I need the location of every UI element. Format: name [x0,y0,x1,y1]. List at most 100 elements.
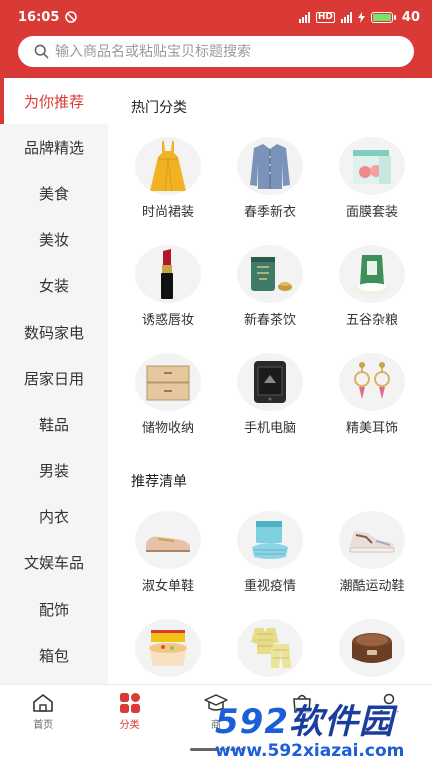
category-item-storage[interactable]: 储物收纳 [117,353,219,436]
category-item-cooker[interactable] [321,619,423,683]
sidebar-item-label: 居家日用 [23,369,84,388]
category-item-pajamas[interactable] [219,619,321,683]
category-item-label: 时尚裙装 [141,205,194,220]
rice-bag-icon [354,255,390,295]
category-item-grain[interactable]: 五谷杂粮 [321,245,423,328]
category-item-flats[interactable]: 淑女单鞋 [117,511,219,594]
sidebar-item-label: 鞋品 [38,415,69,434]
bag-icon [293,694,312,713]
app-header: 16:05 HD 40 [0,0,432,78]
category-item-phone[interactable]: 手机电脑 [219,353,321,436]
sidebar-item-women[interactable]: 女装 [0,263,108,309]
earring-icon [354,362,390,399]
category-item-label: 面膜套装 [345,205,398,220]
lipstick-icon [161,249,173,299]
dress-icon [150,141,186,192]
status-bar: 16:05 HD 40 [0,0,432,34]
sidebar-item-label: 美妆 [38,231,69,250]
face-mask-icon [252,521,288,559]
drawer-icon [146,365,190,401]
search-bar[interactable] [18,36,414,67]
category-sidebar: 为你推荐 品牌精选 美食 美妆 女装 数码家电 居家日用 鞋品 男装 内衣 文娱… [0,78,108,684]
loafer-icon [146,536,190,552]
category-item-dress[interactable]: 时尚裙装 [117,137,219,220]
nav-label: 分类 [119,720,140,731]
battery-level: 40 [401,9,420,25]
section-title-hot: 热门分类 [131,100,187,116]
sidebar-item-accessories[interactable]: 配饰 [0,586,108,632]
category-item-label: 潮酷运动鞋 [339,579,405,594]
signal-icon [298,11,310,23]
sidebar-item-label: 品牌精选 [23,138,84,157]
graduation-cap-icon [204,694,228,711]
signal-2-icon [340,11,352,23]
category-item-epidemic[interactable]: 重视疫情 [219,511,321,594]
watermark-url: www.592xiazai.com [215,741,405,761]
phone-icon [254,361,286,403]
battery-icon [370,11,396,23]
nav-school[interactable]: 商 [173,685,259,740]
hd-icon: HD [315,11,335,23]
sidebar-item-label: 为你推荐 [23,92,84,111]
sneaker-icon [349,531,395,553]
rice-cooker-icon [352,633,392,663]
search-icon [34,44,49,59]
nav-category[interactable]: 分类 [86,685,172,740]
nav-mine[interactable] [346,685,432,740]
nav-label: 商 [210,720,221,731]
nav-label: 首页 [33,720,54,731]
category-item-lipstick[interactable]: 诱惑唇妆 [117,245,219,328]
category-item-label: 五谷杂粮 [345,313,398,328]
sidebar-item-men[interactable]: 男装 [0,448,108,494]
status-time: 16:05 [18,9,60,25]
section-title-recommend: 推荐清单 [131,474,187,490]
bottom-nav: 首页 分类 商 [0,684,432,740]
sidebar-item-brand[interactable]: 品牌精选 [0,124,108,170]
category-item-label: 精美耳饰 [345,421,398,436]
pajama-icon [251,628,291,668]
sidebar-item-recommend[interactable]: 为你推荐 [0,78,108,125]
noodle-cup-icon [149,630,187,666]
sidebar-item-label: 数码家电 [23,323,84,342]
category-item-tea[interactable]: 新春茶饮 [219,245,321,328]
sidebar-item-label: 男装 [38,462,69,481]
mask-box-icon [353,150,391,184]
sidebar-item-label: 美食 [38,184,69,203]
category-item-sneakers[interactable]: 潮酷运动鞋 [321,511,423,594]
sidebar-item-shoes[interactable]: 鞋品 [0,401,108,447]
sidebar-item-entertainment[interactable]: 文娱车品 [0,540,108,586]
dnd-icon [65,11,78,23]
category-item-noodles[interactable] [117,619,219,683]
category-item-label: 储物收纳 [141,421,194,436]
sidebar-item-label: 配饰 [38,600,69,619]
category-item-earrings[interactable]: 精美耳饰 [321,353,423,436]
sidebar-item-label: 内衣 [38,508,69,527]
search-input[interactable] [55,43,385,60]
shirt-icon [250,144,290,189]
category-icon [119,693,140,713]
category-content: 热门分类 时尚裙装 春季新衣 面膜套装 诱惑唇妆 新春茶饮 五谷杂粮 储物收纳 … [108,78,432,684]
category-item-label: 重视疫情 [243,579,296,594]
category-item-label: 新春茶饮 [243,313,296,328]
charging-icon [357,11,365,23]
category-item-mask-set[interactable]: 面膜套装 [321,137,423,220]
user-icon [379,693,399,713]
sidebar-item-label: 文娱车品 [23,554,84,573]
home-indicator [190,748,244,751]
sidebar-item-digital[interactable]: 数码家电 [0,309,108,355]
sidebar-item-underwear[interactable]: 内衣 [0,494,108,540]
sidebar-item-home[interactable]: 居家日用 [0,355,108,401]
tea-can-icon [251,257,292,291]
nav-cart[interactable] [259,685,345,740]
home-icon [33,694,53,712]
sidebar-item-food[interactable]: 美食 [0,170,108,216]
category-item-label: 手机电脑 [243,421,296,436]
sidebar-item-makeup[interactable]: 美妆 [0,217,108,263]
nav-home[interactable]: 首页 [0,685,86,740]
category-item-spring-clothes[interactable]: 春季新衣 [219,137,321,220]
category-item-label: 春季新衣 [243,205,296,220]
recommend-grid: 淑女单鞋 重视疫情 潮酷运动鞋 [108,511,432,683]
sidebar-item-label: 箱包 [38,646,69,665]
sidebar-item-bags[interactable]: 箱包 [0,632,108,678]
hot-category-grid: 时尚裙装 春季新衣 面膜套装 诱惑唇妆 新春茶饮 五谷杂粮 储物收纳 手机电脑 … [108,137,432,436]
